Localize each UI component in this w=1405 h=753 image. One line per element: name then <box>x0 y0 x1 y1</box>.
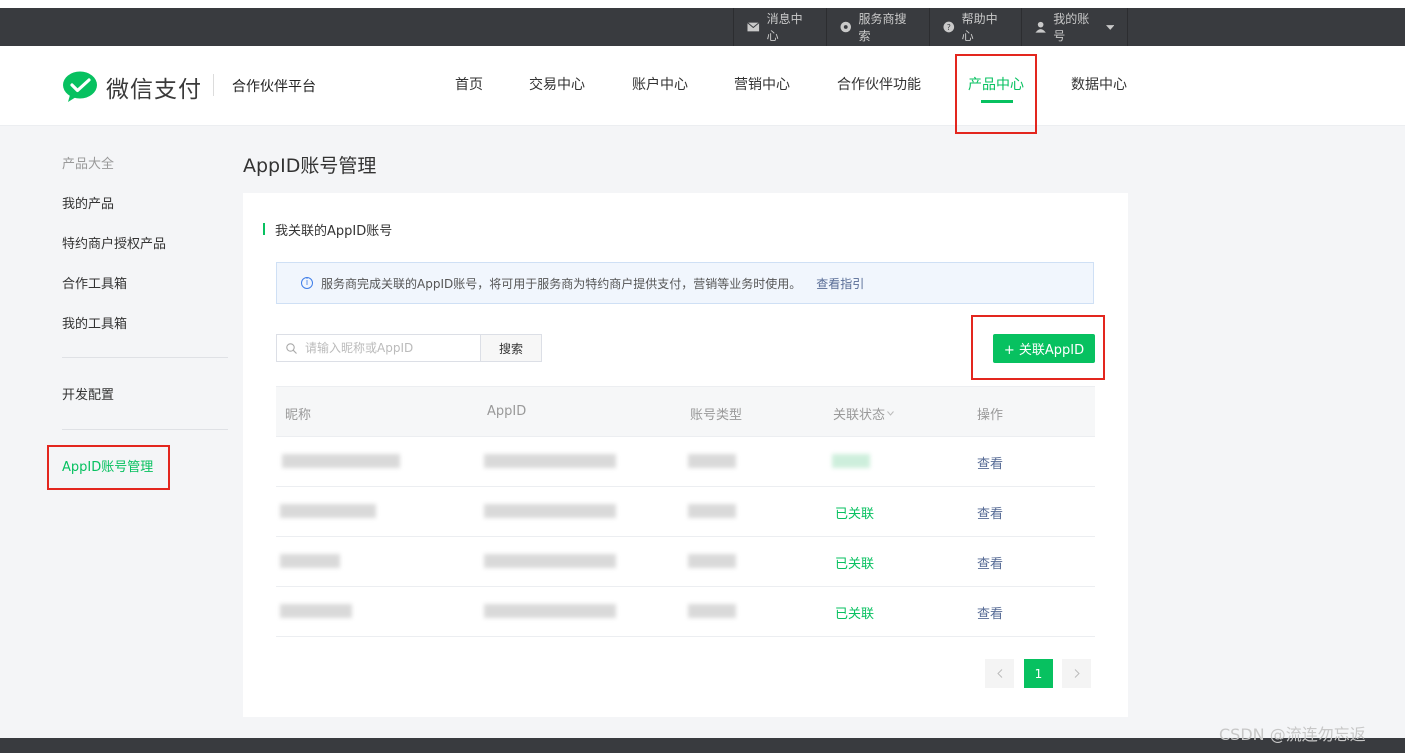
account-label: 我的账号 <box>1053 12 1090 43</box>
redacted-appid <box>484 604 616 618</box>
col-appid: AppID <box>487 404 527 419</box>
chevron-right-icon <box>1074 669 1080 678</box>
sort-chevron-icon <box>887 411 894 416</box>
view-link[interactable]: 查看 <box>977 453 1003 472</box>
user-icon <box>1035 21 1046 33</box>
view-link[interactable]: 查看 <box>977 553 1003 572</box>
page-number-current[interactable]: 1 <box>1024 659 1053 688</box>
nav-data[interactable]: 数据中心 <box>1071 74 1127 94</box>
search-button[interactable]: 搜索 <box>480 334 542 362</box>
nav-home[interactable]: 首页 <box>455 74 483 94</box>
col-account-type: 账号类型 <box>690 408 743 423</box>
nav-partner-functions[interactable]: 合作伙伴功能 <box>837 74 921 94</box>
annotation-box-appid-management <box>47 445 170 490</box>
help-link[interactable]: ? 帮助中心 <box>929 8 1021 46</box>
sidebar-divider <box>62 429 228 430</box>
info-notice: i 服务商完成关联的AppID账号，将可用于服务商为特约商户提供支付，营销等业务… <box>276 262 1094 304</box>
sidebar-item-partner-toolbox[interactable]: 合作工具箱 <box>62 273 127 292</box>
next-page-button[interactable] <box>1062 659 1091 688</box>
table-row: 已关联 查看 <box>276 487 1095 537</box>
watermark: CSDN @流连勿忘返 <box>1219 725 1366 744</box>
logo-divider <box>213 74 214 96</box>
redacted-account-type <box>688 454 736 468</box>
col-actions: 操作 <box>977 408 1004 423</box>
chevron-left-icon <box>996 669 1002 678</box>
sidebar-item-dev-config[interactable]: 开发配置 <box>62 384 114 403</box>
appid-table: 昵称 AppID 账号类型 关联状态 操作 查看 已关联 查看 已关联 查看 已… <box>276 386 1095 637</box>
account-menu[interactable]: 我的账号 <box>1021 8 1128 46</box>
page-title: AppID账号管理 <box>243 155 377 177</box>
nav-marketing[interactable]: 营销中心 <box>734 74 790 94</box>
footer-bar <box>0 738 1405 753</box>
svg-text:?: ? <box>947 23 951 32</box>
col-nickname: 昵称 <box>285 408 312 423</box>
redacted-nickname <box>280 504 376 518</box>
section-title: 我关联的AppID账号 <box>263 220 392 239</box>
view-link[interactable]: 查看 <box>977 603 1003 622</box>
link-status: 已关联 <box>835 607 875 622</box>
annotation-box-link-appid <box>971 315 1105 380</box>
caret-down-icon <box>1105 24 1114 30</box>
redacted-nickname <box>280 604 352 618</box>
sidebar-item-my-products[interactable]: 我的产品 <box>62 193 114 212</box>
table-row: 已关联 查看 <box>276 537 1095 587</box>
view-link[interactable]: 查看 <box>977 503 1003 522</box>
link-status: 已关联 <box>835 557 875 572</box>
mail-icon <box>747 22 760 32</box>
provider-search-label: 服务商搜索 <box>858 12 907 43</box>
prev-page-button[interactable] <box>985 659 1014 688</box>
sidebar-item-my-toolbox[interactable]: 我的工具箱 <box>62 313 127 332</box>
top-utility-bar: 消息中心 服务商搜索 ? 帮助中心 我的账号 <box>0 8 1405 46</box>
sidebar-item-all-products[interactable]: 产品大全 <box>62 153 114 172</box>
redacted-nickname <box>282 454 400 468</box>
help-label: 帮助中心 <box>961 12 998 43</box>
redacted-status <box>832 454 870 468</box>
annotation-box-nav-products <box>955 54 1037 134</box>
provider-search-link[interactable]: 服务商搜索 <box>826 8 929 46</box>
redacted-appid <box>484 454 616 468</box>
nav-transactions[interactable]: 交易中心 <box>529 74 585 94</box>
redacted-account-type <box>688 604 736 618</box>
search-box <box>276 334 481 362</box>
wechat-pay-logo-icon <box>63 71 97 102</box>
messages-label: 消息中心 <box>766 12 803 43</box>
table-row: 查看 <box>276 437 1095 487</box>
table-header: 昵称 AppID 账号类型 关联状态 操作 <box>276 386 1095 437</box>
col-link-status[interactable]: 关联状态 <box>833 404 894 423</box>
target-icon <box>840 21 852 33</box>
table-row: 已关联 查看 <box>276 587 1095 637</box>
notice-text: 服务商完成关联的AppID账号，将可用于服务商为特约商户提供支付，营销等业务时使… <box>321 276 802 291</box>
view-guide-link[interactable]: 查看指引 <box>816 275 864 292</box>
redacted-appid <box>484 554 616 568</box>
search-input[interactable] <box>303 340 477 356</box>
content-panel: 我关联的AppID账号 i 服务商完成关联的AppID账号，将可用于服务商为特约… <box>243 193 1128 717</box>
sidebar-item-merchant-auth-products[interactable]: 特约商户授权产品 <box>62 233 166 252</box>
redacted-account-type <box>688 504 736 518</box>
platform-name: 合作伙伴平台 <box>232 79 316 95</box>
wechat-pay-logo[interactable]: 微信支付 <box>62 70 202 104</box>
help-icon: ? <box>943 21 955 33</box>
search-icon <box>286 342 297 354</box>
brand-name: 微信支付 <box>106 77 202 103</box>
link-status: 已关联 <box>835 507 875 522</box>
main-header: 微信支付 合作伙伴平台 首页 交易中心 账户中心 营销中心 合作伙伴功能 产品中… <box>0 46 1405 126</box>
redacted-appid <box>484 504 616 518</box>
top-stripe <box>0 0 1405 8</box>
nav-accounts[interactable]: 账户中心 <box>632 74 688 94</box>
redacted-nickname <box>280 554 340 568</box>
sidebar-divider <box>62 357 228 358</box>
col-link-status-label: 关联状态 <box>833 408 886 423</box>
messages-link[interactable]: 消息中心 <box>733 8 826 46</box>
info-icon: i <box>301 277 313 289</box>
redacted-account-type <box>688 554 736 568</box>
